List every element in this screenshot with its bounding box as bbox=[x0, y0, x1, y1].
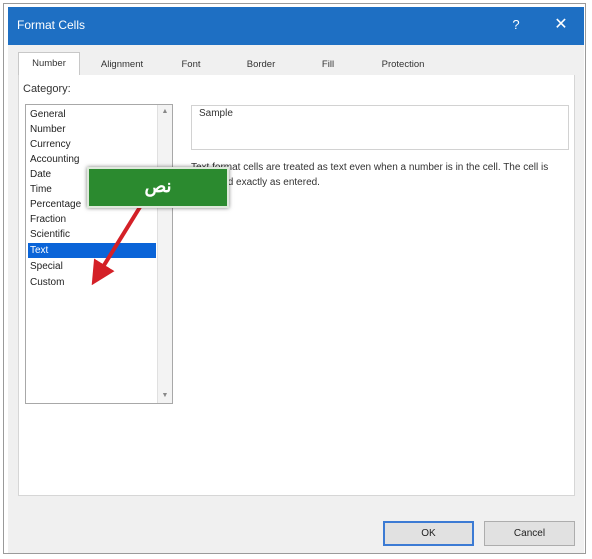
format-cells-dialog: Number Alignment Font Border Fill Protec… bbox=[8, 45, 584, 553]
ok-button[interactable]: OK bbox=[383, 521, 474, 546]
arabic-callout-label: نص bbox=[87, 167, 229, 208]
cancel-button[interactable]: Cancel bbox=[484, 521, 575, 546]
scroll-down-icon[interactable]: ▼ bbox=[161, 392, 169, 400]
category-item-accounting[interactable]: Accounting bbox=[28, 152, 156, 167]
tab-font[interactable]: Font bbox=[168, 54, 214, 75]
tab-fill[interactable]: Fill bbox=[308, 54, 348, 75]
title-bar: Format Cells ? ✕ bbox=[8, 7, 584, 45]
format-description: Text format cells are treated as text ev… bbox=[191, 162, 549, 188]
tab-protection[interactable]: Protection bbox=[363, 54, 443, 75]
close-button[interactable]: ✕ bbox=[549, 15, 573, 35]
sample-label: Sample bbox=[199, 108, 233, 119]
scroll-up-icon[interactable]: ▲ bbox=[161, 108, 169, 116]
category-item-number[interactable]: Number bbox=[28, 122, 156, 137]
tab-border[interactable]: Border bbox=[233, 54, 289, 75]
tab-number[interactable]: Number bbox=[18, 52, 80, 76]
category-item-currency[interactable]: Currency bbox=[28, 137, 156, 152]
tab-alignment[interactable]: Alignment bbox=[88, 54, 156, 75]
red-arrow-icon bbox=[91, 205, 142, 286]
window-title: Format Cells bbox=[17, 18, 86, 32]
category-label: Category: bbox=[23, 83, 71, 95]
category-item-general[interactable]: General bbox=[28, 107, 156, 122]
help-button[interactable]: ? bbox=[506, 15, 526, 35]
callout-text: نص bbox=[144, 176, 172, 196]
tab-strip: Number Alignment Font Border Fill Protec… bbox=[18, 52, 446, 76]
sample-group: Sample bbox=[191, 105, 569, 150]
